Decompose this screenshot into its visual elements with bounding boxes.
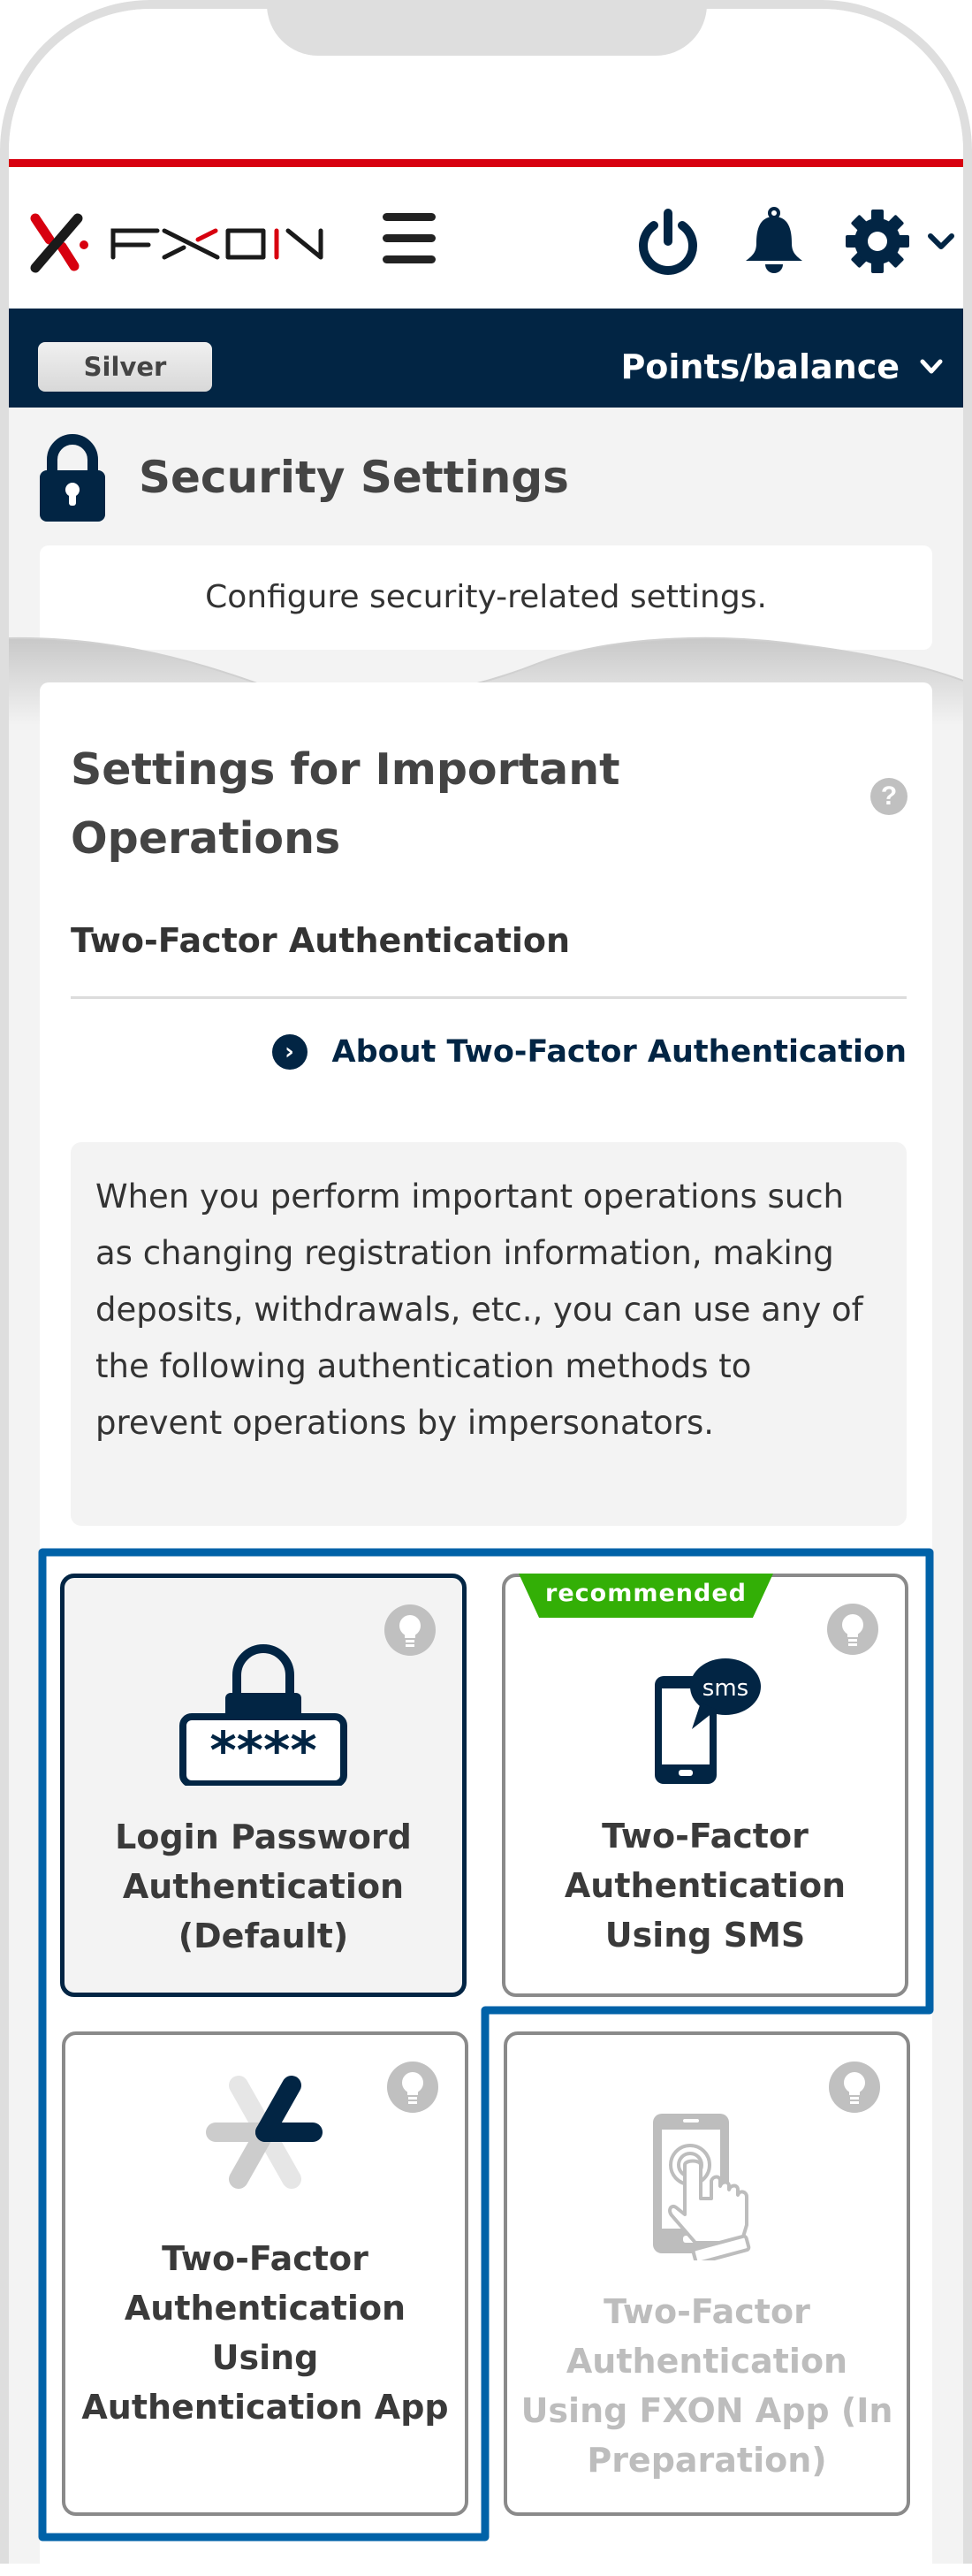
authenticator-app-icon — [206, 2076, 323, 2189]
lock-icon — [40, 434, 105, 522]
sms-phone-icon: sms — [655, 1658, 761, 1784]
menu-icon-bar — [383, 213, 436, 221]
points-balance-label: Points/balance — [620, 347, 900, 386]
chevron-down-icon[interactable] — [923, 206, 959, 277]
password-lock-icon: **** — [179, 1644, 347, 1786]
method-tile-sms[interactable]: recommended sms Two-Factor Authenticatio… — [502, 1574, 908, 1997]
app-header — [9, 167, 963, 309]
about-two-factor-label: About Two-Factor Authentication — [331, 1034, 907, 1070]
points-balance-toggle[interactable]: Points/balance — [620, 342, 944, 392]
help-icon[interactable]: ? — [870, 778, 907, 815]
method-label: Two-Factor Authentication Using Authenti… — [81, 2239, 449, 2427]
method-tile-authenticator-app[interactable]: Two-Factor Authentication Using Authenti… — [62, 2031, 468, 2516]
page-header: Security Settings — [40, 433, 569, 522]
recommended-badge: recommended — [519, 1574, 773, 1618]
lightbulb-icon[interactable] — [384, 1604, 436, 1656]
brand-accent-line — [9, 159, 963, 167]
about-two-factor-link[interactable]: › About Two-Factor Authentication — [271, 1034, 907, 1070]
divider — [71, 996, 907, 999]
fxon-logo[interactable] — [25, 211, 334, 273]
menu-button[interactable] — [383, 211, 436, 264]
method-label: Two-Factor Authentication Using FXON App… — [520, 2292, 893, 2480]
method-tile-fxon-app: Two-Factor Authentication Using FXON App… — [504, 2031, 910, 2516]
page-title: Security Settings — [139, 452, 569, 503]
method-label: Two-Factor Authentication Using SMS — [564, 1817, 847, 1955]
method-tile-login-password[interactable]: **** Login Password Authentication (Defa… — [60, 1574, 467, 1997]
svg-text:sms: sms — [702, 1675, 748, 1702]
chevron-right-circle-icon: › — [271, 1034, 308, 1070]
gear-icon[interactable] — [844, 206, 911, 277]
rank-badge: Silver — [38, 342, 212, 392]
svg-text:****: **** — [209, 1720, 316, 1780]
account-bar: Silver Points/balance — [9, 309, 963, 408]
lightbulb-icon[interactable] — [387, 2062, 438, 2113]
lightbulb-icon[interactable] — [829, 2062, 880, 2113]
section-title: Settings for Important Operations — [71, 744, 620, 864]
menu-icon-bar — [383, 255, 436, 263]
phone-notch — [267, 9, 707, 56]
lightbulb-icon[interactable] — [827, 1604, 878, 1655]
chevron-down-icon — [920, 359, 943, 374]
info-box: When you perform important operations su… — [71, 1142, 907, 1526]
power-icon[interactable] — [634, 206, 702, 277]
touch-phone-icon — [653, 2114, 751, 2260]
menu-icon-bar — [383, 234, 436, 242]
method-label: Login Password Authentication (Default) — [115, 1818, 412, 1955]
two-factor-heading: Two-Factor Authentication — [71, 921, 571, 960]
bell-icon[interactable] — [740, 206, 808, 277]
